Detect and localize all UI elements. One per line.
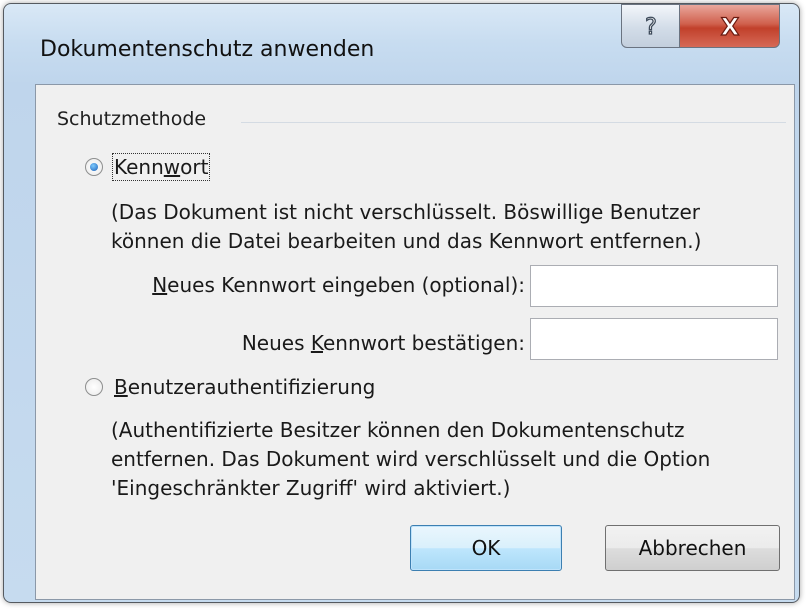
close-glyph: X bbox=[720, 13, 739, 39]
help-glyph: ? bbox=[645, 15, 657, 39]
confirm-password-label: Neues Kennwort bestätigen: bbox=[242, 331, 525, 355]
help-button[interactable]: ? bbox=[621, 4, 680, 48]
label-part: ennwort bestätigen: bbox=[322, 331, 525, 355]
auth-description-line: (Authentifizierte Besitzer können den Do… bbox=[111, 418, 685, 442]
radio-label-kennwort[interactable]: Kennwort bbox=[111, 153, 211, 181]
dialog-window: Dokumentenschutz anwenden ? X Schutzmeth… bbox=[3, 3, 800, 603]
cancel-button[interactable]: Abbrechen bbox=[605, 525, 780, 571]
kennwort-description-line: können die Datei bearbeiten und das Kenn… bbox=[111, 229, 702, 253]
group-divider bbox=[241, 122, 786, 123]
label-mnemonic: B bbox=[114, 375, 128, 399]
label-part: ort bbox=[180, 155, 209, 179]
auth-description-line: entfernen. Das Dokument wird verschlüsse… bbox=[111, 447, 711, 471]
radio-option-kennwort[interactable]: Kennwort bbox=[85, 153, 211, 181]
label-mnemonic: N bbox=[152, 273, 168, 297]
dialog-client-area: Schutzmethode Kennwort (Das Dokument ist… bbox=[35, 84, 795, 600]
kennwort-description: (Das Dokument ist nicht verschlüsselt. B… bbox=[111, 198, 701, 256]
close-button[interactable]: X bbox=[679, 4, 780, 48]
group-label-schutzmethode: Schutzmethode bbox=[57, 108, 207, 130]
new-password-input[interactable] bbox=[530, 265, 778, 307]
label-mnemonic: K bbox=[310, 331, 323, 355]
new-password-label: Neues Kennwort eingeben (optional): bbox=[152, 273, 525, 297]
label-part: Neues bbox=[241, 331, 311, 355]
help-icon: ? bbox=[644, 14, 657, 39]
confirm-password-input[interactable] bbox=[530, 318, 778, 360]
auth-description-line: 'Eingeschränkter Zugriff' wird aktiviert… bbox=[111, 476, 511, 500]
dialog-title: Dokumentenschutz anwenden bbox=[40, 37, 375, 62]
close-icon: X bbox=[720, 13, 740, 39]
label-part: eues Kennwort eingeben (optional): bbox=[167, 273, 525, 297]
ok-button[interactable]: OK bbox=[410, 525, 562, 571]
radio-label-benutzerauthentifizierung[interactable]: Benutzerauthentifizierung bbox=[114, 375, 375, 399]
radio-benutzerauthentifizierung[interactable] bbox=[85, 378, 103, 396]
radio-kennwort[interactable] bbox=[85, 158, 103, 176]
benutzerauthentifizierung-description: (Authentifizierte Besitzer können den Do… bbox=[111, 416, 710, 503]
label-part: enutzerauthentifizierung bbox=[127, 375, 376, 399]
label-mnemonic: w bbox=[163, 155, 181, 179]
radio-selected-dot bbox=[90, 163, 98, 171]
radio-option-benutzerauthentifizierung[interactable]: Benutzerauthentifizierung bbox=[85, 375, 375, 399]
kennwort-description-line: (Das Dokument ist nicht verschlüsselt. B… bbox=[111, 200, 700, 224]
label-part: Kenn bbox=[114, 155, 164, 179]
